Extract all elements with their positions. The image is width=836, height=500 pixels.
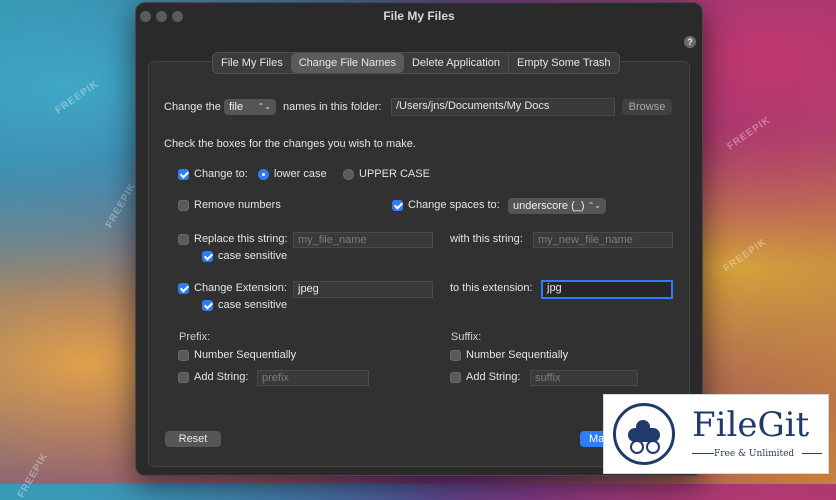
change-to-label: Change to: — [194, 168, 248, 180]
to-extension-field[interactable]: jpg — [541, 280, 673, 299]
suffix-add-string-checkbox[interactable] — [450, 372, 461, 383]
tab-empty-some-trash[interactable]: Empty Some Trash — [508, 53, 619, 73]
spaces-replacement-value: underscore (_) — [513, 200, 585, 212]
replace-case-sensitive-checkbox[interactable] — [202, 251, 213, 262]
replace-string-checkbox[interactable] — [178, 234, 189, 245]
instructions-text: Check the boxes for the changes you wish… — [164, 138, 416, 150]
help-icon[interactable]: ? — [684, 36, 696, 48]
folder-path-field[interactable]: /Users/jns/Documents/My Docs — [391, 98, 615, 116]
remove-numbers-checkbox[interactable] — [178, 200, 189, 211]
wallpaper-watermark: FREEPIK — [103, 180, 139, 231]
spaces-replacement-select[interactable]: underscore (_) ⌃⌄ — [508, 198, 606, 214]
prefix-add-string-checkbox[interactable] — [178, 372, 189, 383]
wallpaper-watermark: FREEPIK — [725, 114, 773, 153]
logo-rule — [692, 453, 714, 454]
upper-case-radio[interactable] — [343, 169, 354, 180]
replace-case-sensitive-label: case sensitive — [218, 250, 288, 262]
suffix-string-field[interactable]: suffix — [530, 370, 638, 386]
upper-case-label: UPPER CASE — [359, 168, 430, 180]
tab-delete-application[interactable]: Delete Application — [404, 53, 508, 73]
names-in-folder-label: names in this folder: — [283, 101, 382, 113]
tab-file-my-files[interactable]: File My Files — [213, 53, 291, 73]
from-extension-field[interactable]: jpeg — [293, 281, 433, 298]
logo-rule — [802, 453, 822, 454]
filegit-watermark-logo: FileGit Free & Unlimited — [603, 394, 829, 474]
prefix-number-checkbox[interactable] — [178, 350, 189, 361]
with-string-label: with this string: — [450, 233, 523, 245]
reset-button[interactable]: Reset — [165, 431, 221, 447]
change-extension-checkbox[interactable] — [178, 283, 189, 294]
remove-numbers-label: Remove numbers — [194, 199, 281, 211]
wallpaper-watermark: FREEPIK — [53, 78, 101, 117]
file-type-value: file — [229, 101, 244, 113]
cloud-binoculars-icon — [613, 403, 675, 465]
change-spaces-checkbox[interactable] — [392, 200, 403, 211]
change-spaces-label: Change spaces to: — [408, 199, 500, 211]
suffix-number-checkbox[interactable] — [450, 350, 461, 361]
prefix-number-label: Number Sequentially — [194, 349, 297, 361]
prefix-heading: Prefix: — [179, 331, 211, 343]
change-the-label: Change the — [164, 101, 221, 113]
change-extension-label: Change Extension: — [194, 282, 287, 294]
replace-string-label: Replace this string: — [194, 233, 288, 245]
wallpaper-watermark: FREEPIK — [721, 236, 769, 275]
to-extension-label: to this extension: — [450, 282, 533, 294]
prefix-add-string-label: Add String: — [194, 371, 249, 383]
chevron-updown-icon: ⌃⌄ — [587, 201, 601, 210]
logo-name: FileGit — [692, 405, 810, 445]
file-type-select[interactable]: file ⌃⌄ — [224, 99, 276, 115]
find-string-field[interactable]: my_file_name — [293, 232, 433, 248]
wallpaper-watermark: FREEPIK — [15, 450, 51, 500]
lower-case-label: lower case — [274, 168, 327, 180]
browse-button[interactable]: Browse — [622, 99, 672, 115]
extension-case-sensitive-checkbox[interactable] — [202, 300, 213, 311]
suffix-heading: Suffix: — [451, 331, 482, 343]
change-to-checkbox[interactable] — [178, 169, 189, 180]
window-title: File My Files — [383, 9, 455, 23]
replace-string-field[interactable]: my_new_file_name — [533, 232, 673, 248]
extension-case-sensitive-label: case sensitive — [218, 299, 288, 311]
chevron-updown-icon: ⌃⌄ — [257, 102, 271, 111]
tab-bar: File My Files Change File Names Delete A… — [212, 52, 620, 74]
suffix-add-string-label: Add String: — [466, 371, 521, 383]
logo-tagline: Free & Unlimited — [714, 449, 795, 459]
suffix-number-label: Number Sequentially — [466, 349, 569, 361]
title-bar[interactable]: File My Files — [136, 3, 702, 29]
prefix-string-field[interactable]: prefix — [257, 370, 369, 386]
tab-change-file-names[interactable]: Change File Names — [290, 53, 404, 73]
lower-case-radio[interactable] — [258, 169, 269, 180]
